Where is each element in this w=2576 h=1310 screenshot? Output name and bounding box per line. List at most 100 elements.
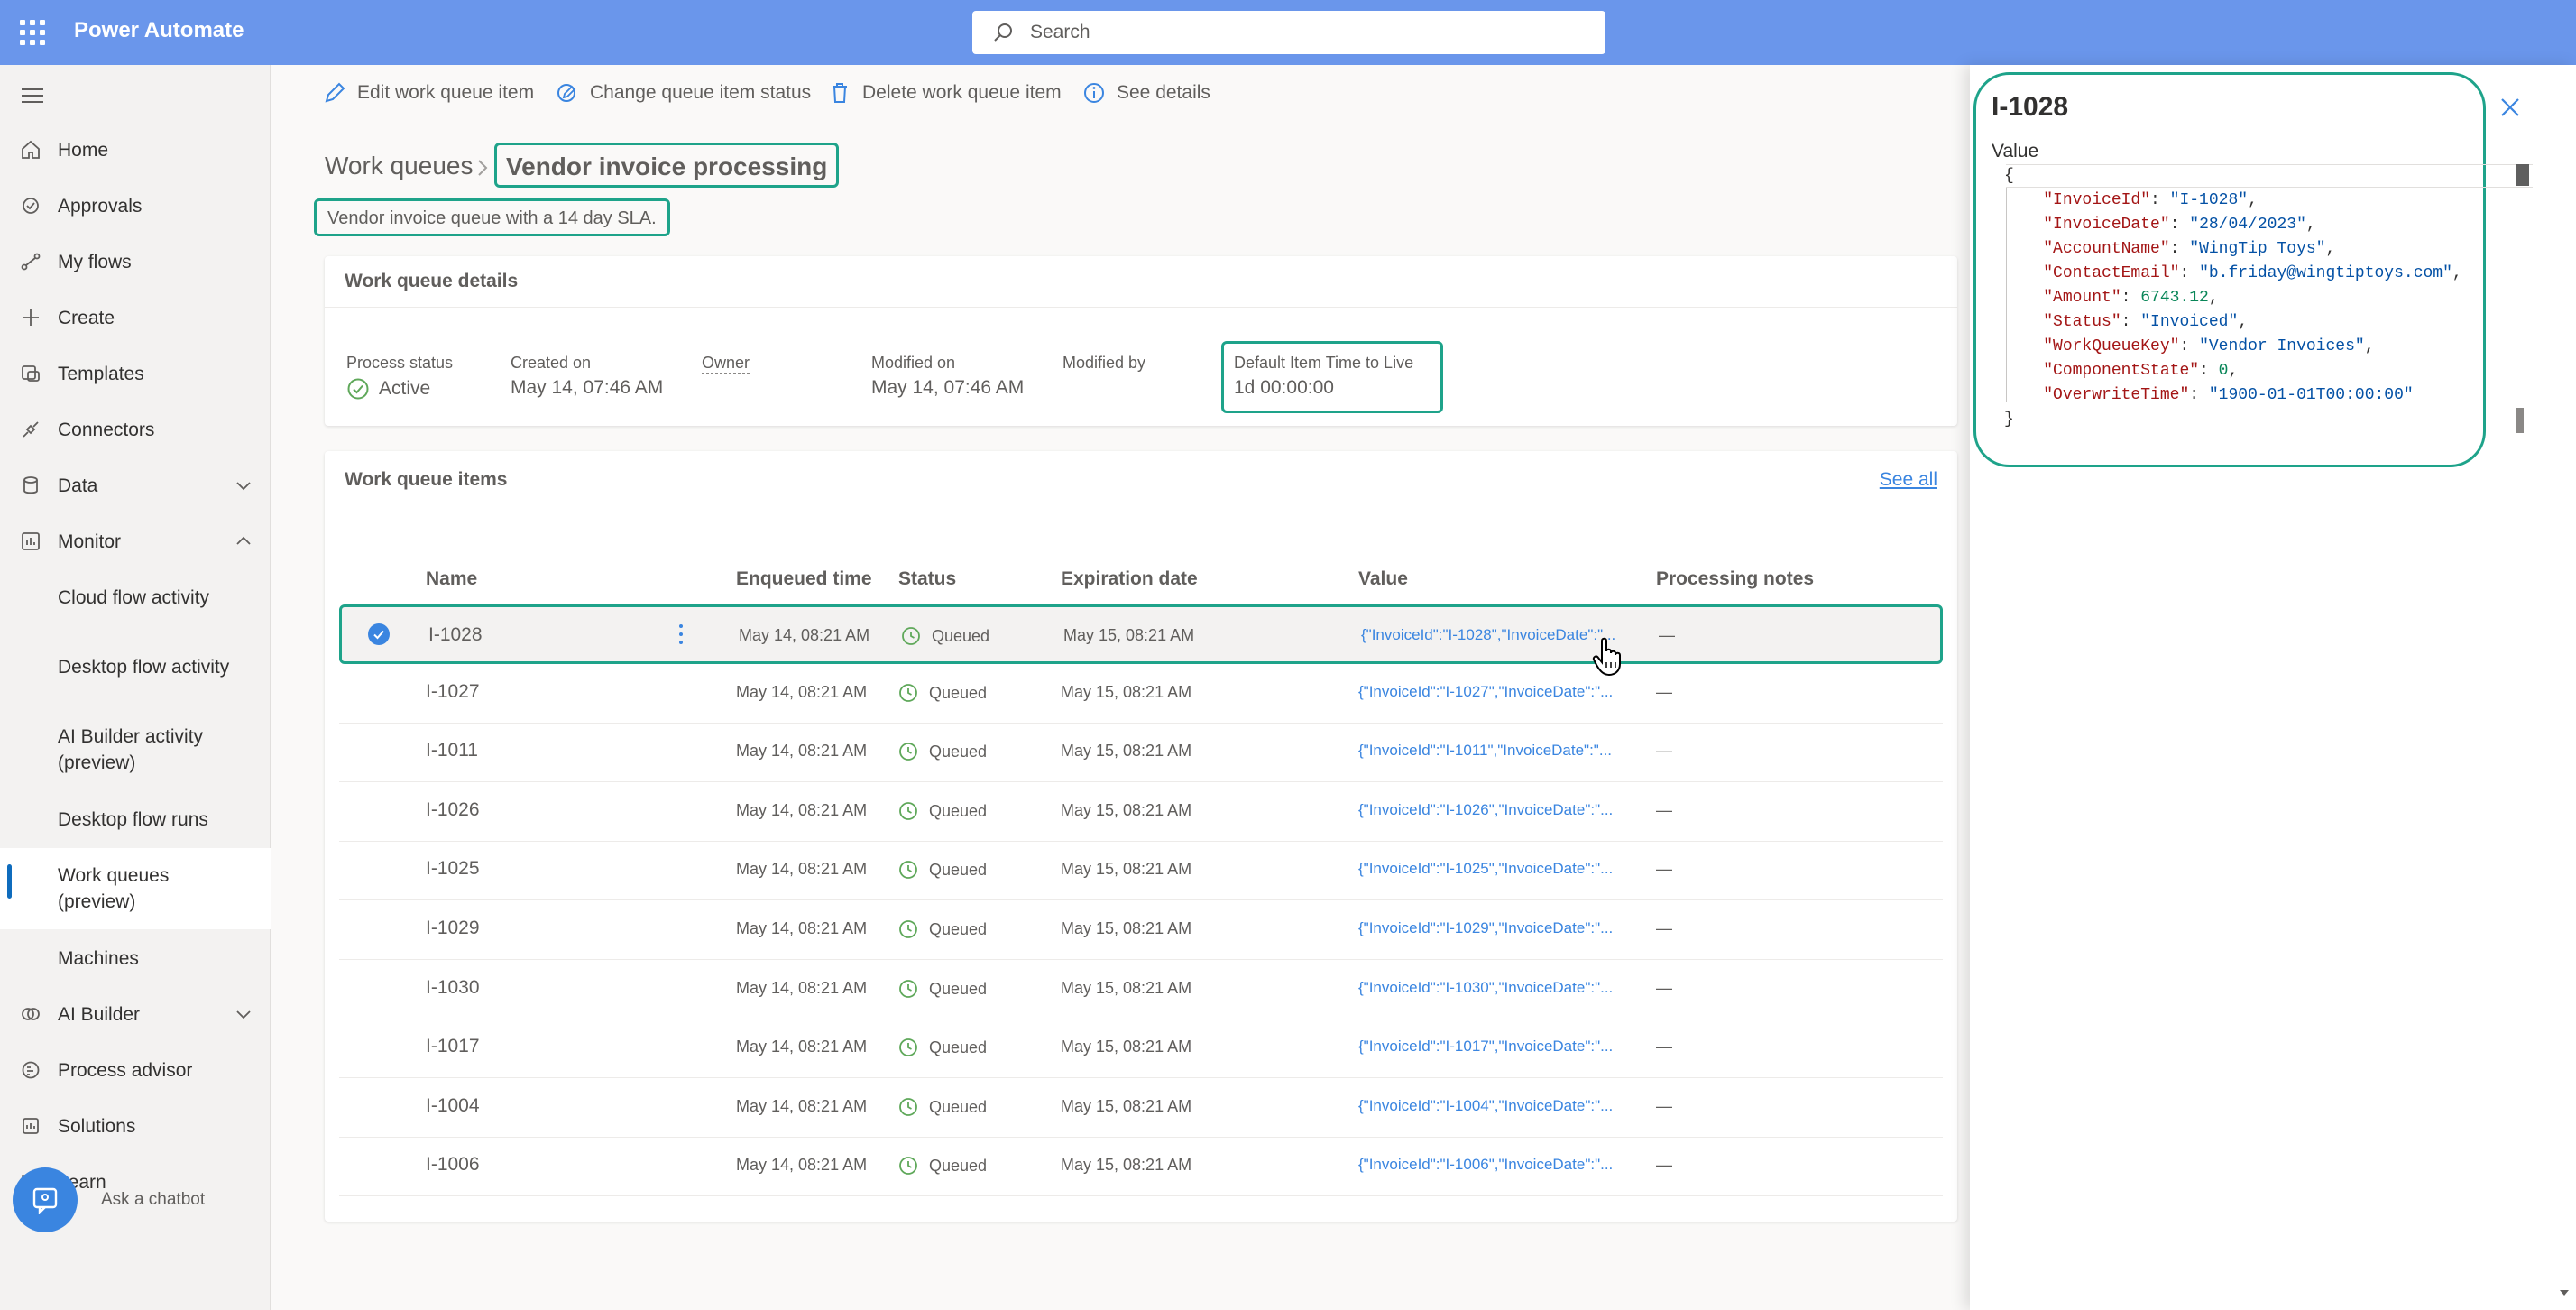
- code-line: }: [2004, 408, 2533, 432]
- row-status: Queued: [898, 979, 987, 999]
- command-bar: Edit work queue item Change queue item s…: [271, 65, 1970, 125]
- json-value-editor[interactable]: { "InvoiceId": "I-1028", "InvoiceDate": …: [2004, 164, 2533, 432]
- row-status: Queued: [898, 860, 987, 880]
- sidebar-item-label: Desktop flow runs: [58, 808, 208, 830]
- row-name[interactable]: I-1025: [426, 858, 480, 880]
- chevron-down-icon[interactable]: [233, 475, 254, 496]
- table-row[interactable]: I-1025 May 14, 08:21 AM Queued May 15, 08:2…: [339, 841, 1943, 900]
- sidebar-item-approvals[interactable]: Approvals: [0, 179, 271, 233]
- hamburger-icon[interactable]: [22, 88, 43, 107]
- close-icon[interactable]: [2500, 97, 2520, 117]
- sidebar-item-desktop-flow-runs[interactable]: Desktop flow runs: [0, 792, 271, 846]
- row-value-link[interactable]: {"InvoiceId":"I-1004","InvoiceDate":"...: [1358, 1097, 1629, 1115]
- sidebar-item-process-advisor[interactable]: Process advisor: [0, 1043, 271, 1097]
- row-value-link[interactable]: {"InvoiceId":"I-1026","InvoiceDate":"...: [1358, 801, 1629, 819]
- col-status[interactable]: Status: [898, 568, 956, 590]
- row-value-link[interactable]: {"InvoiceId":"I-1029","InvoiceDate":"...: [1358, 919, 1629, 937]
- sidebar-item-create[interactable]: Create: [0, 291, 271, 345]
- sidebar-item-templates[interactable]: Templates: [0, 346, 271, 401]
- table-row[interactable]: I-1004 May 14, 08:21 AM Queued May 15, 08:2…: [339, 1078, 1943, 1138]
- row-status: Queued: [898, 683, 987, 703]
- breadcrumb-work-queues[interactable]: Work queues: [325, 152, 473, 180]
- chevron-down-icon[interactable]: [233, 1003, 254, 1025]
- sidebar-item-label: Monitor: [58, 530, 122, 552]
- sidebar-item-data[interactable]: Data: [0, 458, 271, 512]
- sidebar-item-cloud-flow-activity[interactable]: Cloud flow activity: [0, 570, 271, 624]
- table-row[interactable]: I-1029 May 14, 08:21 AM Queued May 15, 08:2…: [339, 900, 1943, 960]
- json-key: "WorkQueueKey": [2043, 337, 2180, 355]
- row-expiration-date: May 15, 08:21 AM: [1061, 801, 1192, 819]
- sidebar-item-label: Home: [58, 139, 109, 161]
- code-line: "ComponentState": 0,: [2043, 362, 2239, 380]
- sidebar-item-home[interactable]: Home: [0, 123, 271, 177]
- table-row[interactable]: I-1028 May 14, 08:21 AM Queued May 15, 08:2…: [339, 604, 1943, 664]
- row-name[interactable]: I-1027: [426, 681, 480, 703]
- col-processing-notes[interactable]: Processing notes: [1656, 568, 1814, 590]
- col-expiration[interactable]: Expiration date: [1061, 568, 1198, 590]
- row-value-link[interactable]: {"InvoiceId":"I-1030","InvoiceDate":"...: [1358, 979, 1629, 997]
- row-selected-check-icon[interactable]: [367, 623, 391, 646]
- sidebar-item-label: AI Builder: [58, 1003, 141, 1025]
- ttl-label: Default Item Time to Live: [1234, 354, 1414, 372]
- row-enqueued-time: May 14, 08:21 AM: [736, 919, 868, 937]
- solutions-icon: [23, 1118, 39, 1134]
- clock-icon: [899, 1038, 917, 1056]
- row-value-link[interactable]: {"InvoiceId":"I-1017","InvoiceDate":"...: [1358, 1038, 1629, 1056]
- table-row[interactable]: I-1011 May 14, 08:21 AM Queued May 15, 08:2…: [339, 723, 1943, 782]
- panel-scroll-arrow-icon[interactable]: [2558, 1287, 2571, 1299]
- sidebar-item-ai-builder[interactable]: AI Builder: [0, 987, 271, 1041]
- app-title[interactable]: Power Automate: [74, 18, 244, 43]
- sidebar-item-machines[interactable]: Machines: [0, 931, 271, 985]
- chatbot-label[interactable]: Ask a chatbot: [101, 1190, 205, 1210]
- row-status-text: Queued: [929, 919, 988, 938]
- json-key: "ContactEmail": [2043, 264, 2180, 282]
- sidebar-item-connectors[interactable]: Connectors: [0, 402, 271, 457]
- row-name[interactable]: I-1030: [426, 977, 480, 999]
- edit-item-button[interactable]: Edit work queue item: [323, 81, 534, 105]
- row-name[interactable]: I-1017: [426, 1036, 480, 1057]
- chatbot-button[interactable]: [13, 1167, 78, 1232]
- json-key: "InvoiceDate": [2043, 216, 2170, 234]
- clock-icon: [899, 980, 917, 998]
- row-name[interactable]: I-1026: [426, 799, 480, 821]
- change-status-button[interactable]: Change queue item status: [556, 81, 811, 105]
- top-bar: Power Automate: [0, 0, 2576, 65]
- delete-item-button[interactable]: Delete work queue item: [828, 81, 1062, 105]
- owner-label[interactable]: Owner: [702, 354, 750, 374]
- chevron-up-icon[interactable]: [233, 530, 254, 552]
- more-options-icon[interactable]: [677, 623, 685, 646]
- col-enqueued[interactable]: Enqueued time: [736, 568, 872, 590]
- row-name[interactable]: I-1011: [426, 740, 478, 761]
- row-name[interactable]: I-1004: [426, 1095, 480, 1117]
- table-row[interactable]: I-1017 May 14, 08:21 AM Queued May 15, 08:2…: [339, 1019, 1943, 1078]
- col-value[interactable]: Value: [1358, 568, 1408, 590]
- table-row[interactable]: I-1027 May 14, 08:21 AM Queued May 15, 08:2…: [339, 664, 1943, 724]
- sidebar-item-solutions[interactable]: Solutions: [0, 1099, 271, 1153]
- sidebar-item-ai-builder-activity-preview[interactable]: AI Builder activity (preview): [0, 709, 271, 790]
- sidebar-item-label: Data: [58, 475, 98, 496]
- search-input[interactable]: [1030, 18, 1571, 47]
- sidebar-item-my-flows[interactable]: My flows: [0, 235, 271, 289]
- templates-icon: [22, 365, 40, 382]
- table-row[interactable]: I-1026 May 14, 08:21 AM Queued May 15, 08:2…: [339, 782, 1943, 842]
- see-all-link[interactable]: See all: [1880, 469, 1937, 491]
- row-value-link[interactable]: {"InvoiceId":"I-1006","InvoiceDate":"...: [1358, 1156, 1629, 1174]
- search-box[interactable]: [972, 11, 1605, 54]
- sidebar-item-label: Desktop flow activity: [58, 656, 230, 678]
- sidebar-item-work-queues-preview[interactable]: Work queues (preview): [0, 848, 271, 929]
- col-name[interactable]: Name: [426, 568, 477, 590]
- sidebar-item-monitor[interactable]: Monitor: [0, 514, 271, 568]
- sidebar-item-label: Work queues (preview): [58, 865, 170, 912]
- table-row[interactable]: I-1006 May 14, 08:21 AM Queued May 15, 08:2…: [339, 1137, 1943, 1196]
- row-value-link[interactable]: {"InvoiceId":"I-1027","InvoiceDate":"...: [1358, 683, 1629, 701]
- row-value-link[interactable]: {"InvoiceId":"I-1011","InvoiceDate":"...: [1358, 742, 1629, 760]
- table-row[interactable]: I-1030 May 14, 08:21 AM Queued May 15, 08:2…: [339, 960, 1943, 1019]
- row-name[interactable]: I-1028: [428, 624, 483, 646]
- row-name[interactable]: I-1029: [426, 918, 480, 939]
- row-name[interactable]: I-1006: [426, 1154, 480, 1176]
- sidebar-item-desktop-flow-activity[interactable]: Desktop flow activity: [0, 626, 271, 707]
- modified-by-label: Modified by: [1063, 354, 1146, 372]
- see-details-button[interactable]: See details: [1082, 81, 1210, 105]
- row-value-link[interactable]: {"InvoiceId":"I-1025","InvoiceDate":"...: [1358, 860, 1629, 878]
- app-launcher-icon[interactable]: [20, 20, 45, 45]
